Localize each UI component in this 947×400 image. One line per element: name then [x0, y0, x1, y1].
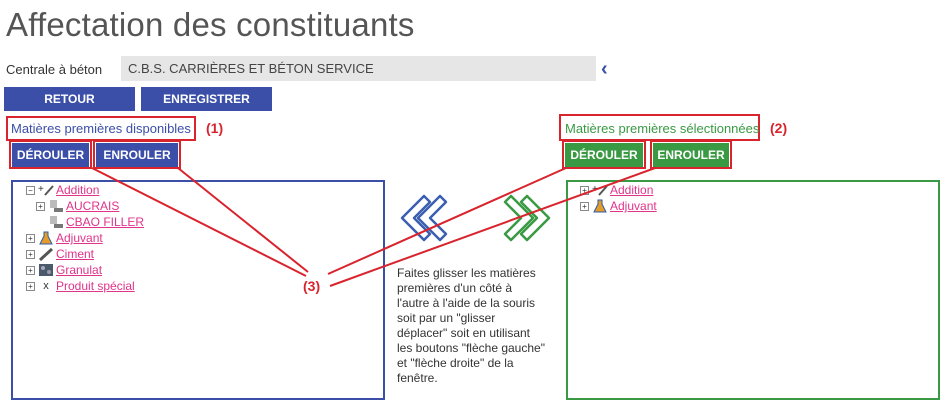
right-materials-panel[interactable]: [566, 180, 940, 400]
flask-icon: [38, 231, 54, 245]
addition-icon: +: [592, 183, 608, 197]
addition-icon: +: [38, 183, 54, 197]
tree-item-label[interactable]: Addition: [610, 183, 653, 197]
tree-item-addition[interactable]: + + Addition: [580, 183, 653, 197]
tree-item-label[interactable]: Granulat: [56, 263, 102, 277]
left-section-title: Matières premières disponibles: [11, 121, 191, 136]
silo-icon: [48, 199, 64, 213]
tree-item-adjuvant[interactable]: + Adjuvant: [580, 199, 657, 213]
centrale-label: Centrale à béton: [6, 62, 103, 77]
svg-text:+: +: [38, 184, 44, 195]
expand-icon[interactable]: +: [26, 249, 35, 259]
annotation-2: (2): [770, 120, 788, 136]
instructions-text: Faites glisser les matières premières d'…: [397, 266, 545, 385]
centrale-field[interactable]: C.B.S. CARRIÈRES ET BÉTON SERVICE: [121, 56, 596, 81]
expand-icon[interactable]: +: [26, 265, 35, 275]
expand-icon[interactable]: +: [580, 185, 589, 195]
expand-icon[interactable]: +: [36, 201, 45, 211]
tree-item-granulat[interactable]: + Granulat: [26, 263, 102, 277]
right-derouler-button[interactable]: DÉROULER: [565, 143, 643, 167]
flask-icon: [592, 199, 608, 213]
tree-item-label[interactable]: Produit spécial: [56, 279, 135, 293]
expand-icon[interactable]: +: [26, 281, 35, 291]
double-chevron-right-icon[interactable]: [499, 192, 555, 244]
x-icon: x: [43, 280, 49, 292]
tree-item-label[interactable]: Ciment: [56, 247, 94, 261]
expand-icon[interactable]: +: [580, 201, 589, 211]
tree-item-label[interactable]: Addition: [56, 183, 99, 197]
tree-item-cbao-filler[interactable]: CBAO FILLER: [48, 215, 144, 229]
chevron-left-icon[interactable]: ‹: [601, 58, 608, 81]
tree-item-label[interactable]: AUCRAIS: [66, 199, 119, 213]
svg-text:+: +: [592, 184, 598, 195]
gravel-icon: [38, 263, 54, 277]
tree-item-ciment[interactable]: + Ciment: [26, 247, 94, 262]
annotation-3: (3): [303, 278, 321, 294]
collapse-icon[interactable]: −: [26, 185, 35, 195]
annotation-1: (1): [206, 120, 224, 136]
tree-item-label[interactable]: Adjuvant: [56, 231, 103, 245]
tree-item-produit-special[interactable]: + x Produit spécial: [26, 279, 135, 293]
silo-icon: [48, 215, 64, 229]
tree-item-addition[interactable]: − + Addition: [26, 183, 99, 197]
cement-icon: [38, 247, 54, 262]
enregistrer-button[interactable]: ENREGISTRER: [141, 87, 272, 111]
page-title: Affectation des constituants: [6, 6, 415, 43]
expand-icon[interactable]: +: [26, 233, 35, 243]
right-enrouler-button[interactable]: ENROULER: [653, 143, 729, 167]
retour-button[interactable]: RETOUR: [4, 87, 135, 111]
left-enrouler-button[interactable]: ENROULER: [96, 143, 178, 167]
right-section-title: Matières premières sélectionnées: [565, 121, 760, 136]
tree-item-label[interactable]: Adjuvant: [610, 199, 657, 213]
tree-item-aucrais[interactable]: + AUCRAIS: [36, 199, 119, 213]
left-derouler-button[interactable]: DÉROULER: [12, 143, 89, 167]
tree-item-label[interactable]: CBAO FILLER: [66, 215, 144, 229]
double-chevron-left-icon[interactable]: [396, 192, 452, 244]
tree-item-adjuvant[interactable]: + Adjuvant: [26, 231, 103, 245]
